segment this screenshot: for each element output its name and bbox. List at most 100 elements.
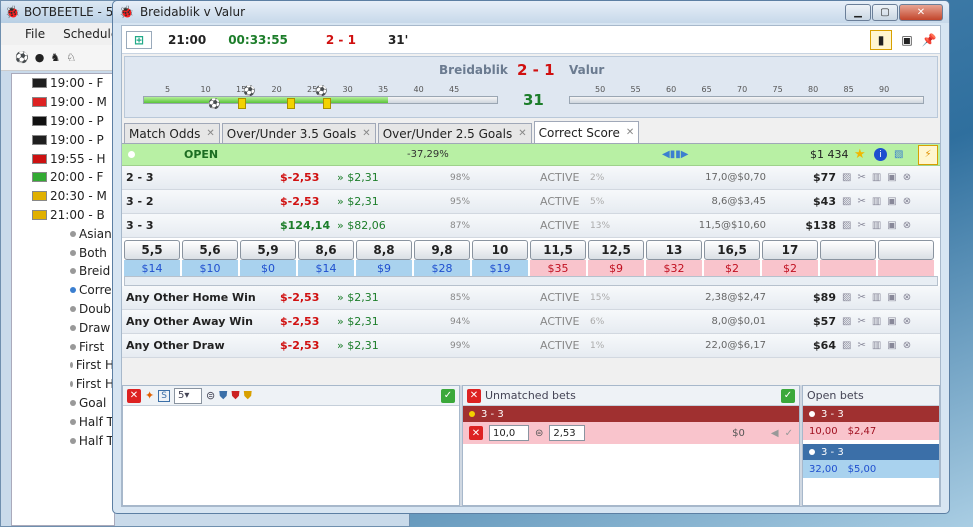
runner-row[interactable]: 3 - 2 $-2,53 » $2,31 95% ACTIVE 5% 8,6@$3,45 $4… [122,190,940,214]
tree-event[interactable]: 21:00 - B [12,206,114,225]
tab-close-icon[interactable]: ✕ [362,128,370,139]
info-icon[interactable]: i [874,148,887,161]
check-circle-icon[interactable]: ✓ [785,428,793,439]
close-button[interactable]: ✕ [899,3,943,21]
tab-match-odds[interactable]: Match Odds ✕ [124,123,220,143]
tree-event[interactable]: 19:00 - M [12,93,114,112]
ladder-price-button[interactable]: 9,8 [414,240,470,260]
runner-row[interactable]: Any Other Away Win $-2,53 » $2,31 94% ACTIVE… [122,310,940,334]
shield-red-icon[interactable]: ⛊ [231,389,239,403]
tree-event[interactable]: 19:55 - H [12,149,114,168]
back-arrow-icon[interactable]: ◀ [771,428,779,439]
tab-over-under-2-5-goals[interactable]: Over/Under 2.5 Goals ✕ [377,123,532,143]
clear-icon[interactable]: ⊜ [206,389,215,402]
flame-icon[interactable]: ✦ [145,389,154,402]
s-icon[interactable]: S [158,389,170,402]
tools-icon[interactable]: ✂ [857,292,865,303]
ladder-price-button[interactable]: 12,5 [588,240,644,260]
ladder-price-button[interactable]: 16,5 [704,240,760,260]
window-icon[interactable]: ▣ [896,30,918,50]
shield-yellow-icon[interactable]: ⛊ [244,389,252,403]
chart-icon[interactable]: ▮ [870,29,892,50]
shield-blue-icon[interactable]: ⛊ [219,389,227,403]
tools-icon[interactable]: ✂ [857,316,865,327]
tree-market[interactable]: First H [12,375,114,394]
tree-market[interactable]: Corre [12,281,114,300]
ladder-icon[interactable]: ▥ [872,292,881,303]
stake-select[interactable]: 5 ▾ [173,387,202,404]
tab-correct-score[interactable]: Correct Score ✕ [533,121,640,143]
tree-market[interactable]: Both [12,243,114,262]
close-circle-icon[interactable]: ⊗ [903,340,911,351]
expand-icon[interactable]: ▣ [887,316,896,327]
close-circle-icon[interactable]: ⊗ [903,220,911,231]
tree-market[interactable]: Goal [12,394,114,413]
lightning-icon[interactable]: ⚡ [918,144,938,165]
chart-icon[interactable]: ▨ [842,196,851,207]
ladder-price-button[interactable]: 8,6 [298,240,354,260]
chart-icon[interactable]: ▨ [842,316,851,327]
tab-close-icon[interactable]: ✕ [626,127,634,138]
tools-icon[interactable]: ✂ [857,172,865,183]
tree-event[interactable]: 20:30 - M [12,187,114,206]
dog-icon[interactable]: ♘ [66,51,76,64]
close-circle-icon[interactable]: ⊗ [903,292,911,303]
tree-event[interactable]: 20:00 - F [12,168,114,187]
chart-icon[interactable]: ▨ [842,292,851,303]
tab-close-icon[interactable]: ✕ [206,128,214,139]
refresh-icons[interactable]: ◀▮▮▶ [662,149,688,160]
runner-row[interactable]: 3 - 3 $124,14 » $82,06 87% ACTIVE 13% 11,5@$10… [122,214,940,238]
tree-event[interactable]: 19:00 - P [12,130,114,149]
tree-market[interactable]: Doub [12,300,114,319]
ladder-icon[interactable]: ▥ [872,172,881,183]
graph-icon[interactable]: ▧ [894,149,903,160]
stake-input[interactable]: 2,53 [549,425,586,441]
ladder-price-button[interactable]: 8,8 [356,240,412,260]
add-icon[interactable]: ⊞ [126,30,152,49]
horse-icon[interactable]: ♞ [50,51,60,64]
unmatched-confirm-icon[interactable]: ✓ [781,388,795,403]
ladder-price-button[interactable] [878,240,934,260]
tab-over-under-3-5-goals[interactable]: Over/Under 3.5 Goals ✕ [221,123,376,143]
expand-icon[interactable]: ▣ [887,172,896,183]
pin-icon[interactable]: 📌 [918,30,940,50]
tree-event[interactable]: 19:00 - P [12,112,114,131]
tennis-icon[interactable]: ● [35,51,45,64]
menu-file[interactable]: File [25,27,45,41]
ladder-price-button[interactable]: 17 [762,240,818,260]
open-bet-row[interactable]: 10,00 $2,47 [803,422,939,440]
ladder-price-button[interactable]: 10 [472,240,528,260]
clear-icon[interactable]: ⊜ [535,428,543,439]
tree-market[interactable]: Draw [12,318,114,337]
tree-market[interactable]: First H [12,356,114,375]
ladder-price-button[interactable]: 5,6 [182,240,238,260]
tree-market[interactable]: Breid [12,262,114,281]
soccer-icon[interactable]: ⚽ [15,51,29,64]
ladder-price-button[interactable] [820,240,876,260]
runner-row[interactable]: 2 - 3 $-2,53 » $2,31 98% ACTIVE 2% 17,0@$0,70 $… [122,166,940,190]
chart-icon[interactable]: ▨ [842,340,851,351]
expand-icon[interactable]: ▣ [887,292,896,303]
cancel-all-icon[interactable]: ✕ [127,388,141,403]
tree-market[interactable]: First [12,337,114,356]
tab-close-icon[interactable]: ✕ [518,128,526,139]
runner-row[interactable]: Any Other Draw $-2,53 » $2,31 99% ACTIVE 1% 22… [122,334,940,358]
odds-input[interactable]: 10,0 [489,425,529,441]
minimize-button[interactable]: ▁ [845,3,871,21]
ladder-price-button[interactable]: 5,9 [240,240,296,260]
close-circle-icon[interactable]: ⊗ [903,316,911,327]
close-circle-icon[interactable]: ⊗ [903,196,911,207]
chart-icon[interactable]: ▨ [842,172,851,183]
confirm-icon[interactable]: ✓ [441,388,455,403]
expand-icon[interactable]: ▣ [887,340,896,351]
runner-row[interactable]: Any Other Home Win $-2,53 » $2,31 85% ACTIVE… [122,286,940,310]
tree-market[interactable]: Asian [12,224,114,243]
tools-icon[interactable]: ✂ [857,196,865,207]
chart-icon[interactable]: ▨ [842,220,851,231]
expand-icon[interactable]: ▣ [887,196,896,207]
ladder-icon[interactable]: ▥ [872,196,881,207]
tools-icon[interactable]: ✂ [857,220,865,231]
maximize-button[interactable]: ▢ [872,3,898,21]
star-icon[interactable]: ★ [854,147,866,162]
close-circle-icon[interactable]: ⊗ [903,172,911,183]
